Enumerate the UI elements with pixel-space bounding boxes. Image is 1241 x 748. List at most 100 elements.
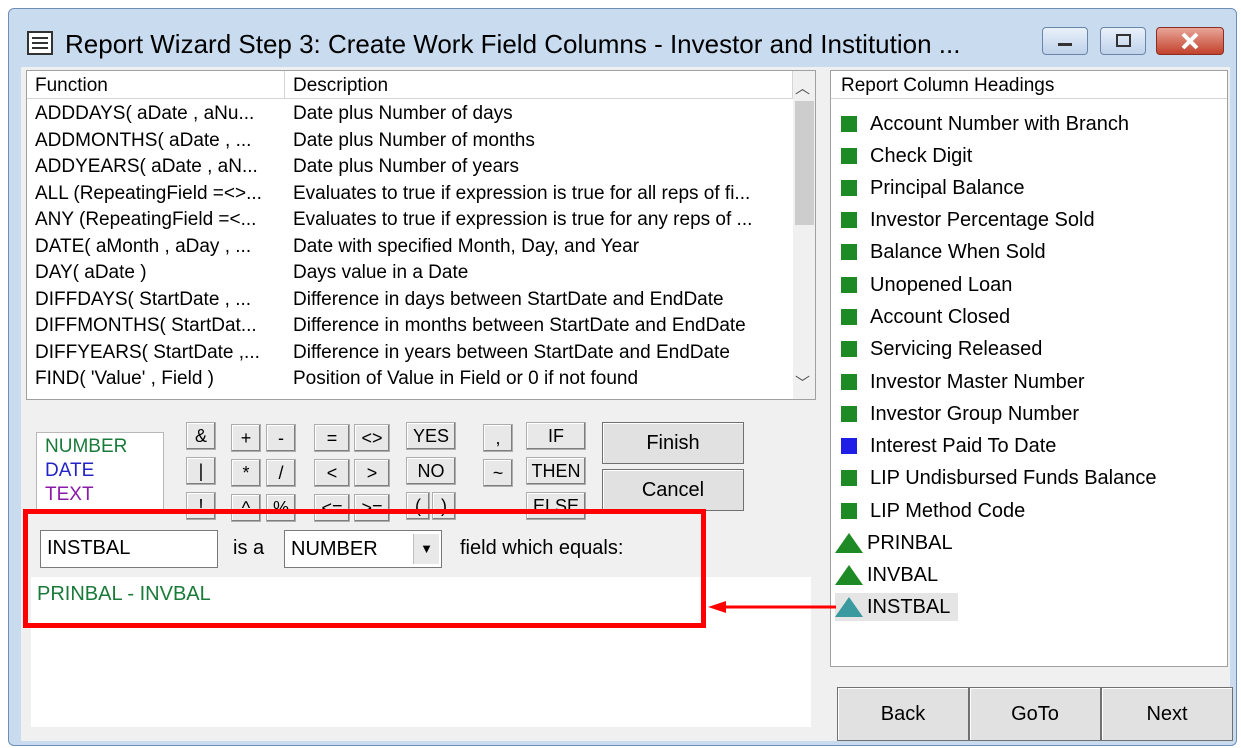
field-square-icon bbox=[841, 374, 857, 390]
function-column-header[interactable]: Function bbox=[27, 71, 285, 99]
cancel-button[interactable]: Cancel bbox=[602, 469, 744, 511]
op-plus-button[interactable]: + bbox=[231, 424, 261, 452]
function-row[interactable]: DIFFYEARS( StartDate ,... Difference in y… bbox=[27, 340, 793, 367]
scroll-up-icon[interactable]: ︿ bbox=[795, 77, 810, 98]
report-column-label: Investor Master Number bbox=[870, 370, 1085, 393]
function-description: Difference in months between StartDate a… bbox=[293, 315, 746, 336]
function-name: ADDYEARS( aDate , aN... bbox=[35, 156, 258, 177]
yes-button[interactable]: YES bbox=[406, 422, 456, 450]
if-button[interactable]: IF bbox=[526, 422, 586, 450]
function-row[interactable]: DAY( aDate ) Days value in a Date bbox=[27, 260, 793, 287]
back-button[interactable]: Back bbox=[837, 687, 969, 741]
function-description: Date plus Number of years bbox=[293, 156, 519, 177]
function-description: Position of Value in Field or 0 if not f… bbox=[293, 368, 639, 389]
function-description: Evaluates to true if expression is true … bbox=[293, 209, 753, 230]
report-column-item[interactable]: Principal Balance bbox=[841, 174, 1025, 202]
function-row[interactable]: ALL (RepeatingField =<>... Evaluates to t… bbox=[27, 181, 793, 208]
field-square-icon bbox=[841, 116, 857, 132]
next-button[interactable]: Next bbox=[1101, 687, 1233, 741]
function-row[interactable]: ANY (RepeatingField =<... Evaluates to tr… bbox=[27, 207, 793, 234]
op-less-than-button[interactable]: < bbox=[314, 459, 350, 487]
report-column-label: PRINBAL bbox=[867, 531, 953, 554]
report-column-header: Report Column Headings bbox=[831, 71, 1227, 99]
report-column-item[interactable]: Check Digit bbox=[841, 142, 972, 170]
op-equals-button[interactable]: = bbox=[314, 424, 350, 452]
function-list[interactable]: Function Description ADDDAYS( aDate , aN… bbox=[26, 70, 816, 400]
work-field-triangle-icon bbox=[835, 533, 863, 553]
op-minus-button[interactable]: - bbox=[266, 424, 296, 452]
field-square-icon bbox=[841, 470, 857, 486]
function-name: ADDDAYS( aDate , aNu... bbox=[35, 103, 255, 124]
report-column-item[interactable]: Interest Paid To Date bbox=[841, 432, 1056, 460]
report-column-list[interactable]: Report Column Headings Account Number wi… bbox=[830, 70, 1228, 667]
report-column-item[interactable]: Unopened Loan bbox=[841, 271, 1012, 299]
report-column-label: Unopened Loan bbox=[870, 273, 1013, 296]
report-column-item[interactable]: Account Number with Branch bbox=[841, 110, 1129, 138]
report-column-item[interactable]: LIP Method Code bbox=[841, 497, 1025, 525]
field-square-icon bbox=[841, 341, 857, 357]
client-area: Function Description ADDDAYS( aDate , aN… bbox=[21, 67, 1233, 741]
tilde-button[interactable]: ~ bbox=[483, 459, 513, 487]
report-column-label: Account Number with Branch bbox=[870, 112, 1130, 135]
field-square-icon bbox=[841, 244, 857, 260]
op-pipe-button[interactable]: | bbox=[186, 457, 216, 485]
maximize-button[interactable] bbox=[1100, 27, 1146, 55]
op-not-equals-button[interactable]: <> bbox=[354, 424, 390, 452]
report-column-item[interactable]: PRINBAL bbox=[835, 529, 953, 557]
highlight-box bbox=[23, 509, 706, 628]
function-row[interactable]: ADDDAYS( aDate , aNu... Date plus Number … bbox=[27, 101, 793, 128]
report-column-label: LIP Undisbursed Funds Balance bbox=[870, 466, 1157, 489]
report-column-label: Investor Group Number bbox=[870, 402, 1079, 425]
op-divide-button[interactable]: / bbox=[266, 459, 296, 487]
function-name: ANY (RepeatingField =<... bbox=[35, 209, 257, 230]
goto-button[interactable]: GoTo bbox=[969, 687, 1101, 741]
finish-button[interactable]: Finish bbox=[602, 422, 744, 464]
report-column-item[interactable]: INVBAL bbox=[835, 561, 938, 589]
report-column-item[interactable]: Account Closed bbox=[841, 303, 1010, 331]
maximize-icon bbox=[1116, 34, 1131, 47]
function-row[interactable]: DIFFMONTHS( StartDat... Difference in mon… bbox=[27, 313, 793, 340]
report-column-item[interactable]: INSTBAL bbox=[835, 593, 959, 621]
legend-number: NUMBER bbox=[45, 436, 128, 457]
field-square-icon bbox=[841, 309, 857, 325]
function-row[interactable]: ADDYEARS( aDate , aN... Date plus Number … bbox=[27, 154, 793, 181]
function-description: Date plus Number of days bbox=[293, 103, 513, 124]
description-column-header[interactable]: Description bbox=[285, 71, 793, 99]
then-button[interactable]: THEN bbox=[526, 457, 586, 485]
function-description: Evaluates to true if expression is true … bbox=[293, 182, 751, 204]
report-column-item[interactable]: Investor Group Number bbox=[841, 400, 1079, 428]
scroll-down-icon[interactable]: ﹀ bbox=[795, 372, 810, 393]
function-row[interactable]: DIFFDAYS( StartDate , ... Difference in d… bbox=[27, 287, 793, 314]
function-rows: ADDDAYS( aDate , aNu... Date plus Number … bbox=[27, 101, 793, 393]
function-row[interactable]: ADDMONTHS( aDate , ... Date plus Number o… bbox=[27, 128, 793, 155]
field-square-icon bbox=[841, 503, 857, 519]
report-icon bbox=[27, 31, 53, 55]
report-column-item[interactable]: Servicing Released bbox=[841, 335, 1042, 363]
function-row[interactable]: DATE( aMonth , aDay , ... Date with speci… bbox=[27, 234, 793, 261]
op-multiply-button[interactable]: * bbox=[231, 459, 261, 487]
comma-button[interactable]: , bbox=[483, 424, 513, 452]
minimize-button[interactable] bbox=[1042, 27, 1088, 55]
work-field-triangle-icon bbox=[835, 565, 863, 585]
field-square-icon bbox=[841, 438, 857, 454]
report-column-item[interactable]: Balance When Sold bbox=[841, 238, 1046, 266]
window-title: Report Wizard Step 3: Create Work Field … bbox=[65, 29, 961, 59]
function-name: ADDMONTHS( aDate , ... bbox=[35, 129, 252, 151]
report-column-label: LIP Method Code bbox=[870, 499, 1026, 522]
report-column-label: Balance When Sold bbox=[870, 240, 1046, 263]
report-column-item[interactable]: Investor Master Number bbox=[841, 368, 1085, 396]
report-column-item[interactable]: Investor Percentage Sold bbox=[841, 206, 1095, 234]
close-button[interactable] bbox=[1156, 27, 1224, 55]
function-list-scrollbar[interactable]: ︿ ﹀ bbox=[793, 71, 815, 399]
op-ampersand-button[interactable]: & bbox=[186, 422, 216, 450]
function-row[interactable]: FIND( 'Value' , Field ) Position of Value… bbox=[27, 366, 793, 393]
report-column-item[interactable]: LIP Undisbursed Funds Balance bbox=[841, 464, 1156, 492]
op-greater-than-button[interactable]: > bbox=[354, 459, 390, 487]
report-column-label: Servicing Released bbox=[870, 337, 1043, 360]
legend-date: DATE bbox=[45, 460, 95, 481]
no-button[interactable]: NO bbox=[406, 457, 456, 485]
scroll-thumb[interactable] bbox=[795, 101, 814, 225]
report-column-label: Account Closed bbox=[870, 305, 1011, 328]
function-description: Difference in years between StartDate an… bbox=[293, 341, 730, 363]
report-column-label: Interest Paid To Date bbox=[870, 434, 1057, 457]
